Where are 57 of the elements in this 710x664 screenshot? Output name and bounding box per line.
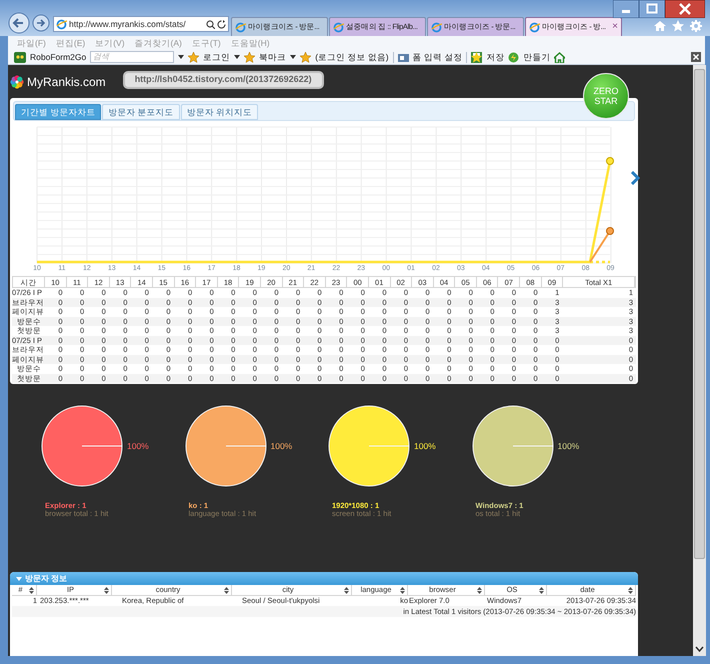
ie-logo-icon [431, 22, 442, 32]
favorites-star-icon[interactable] [672, 20, 684, 32]
star-icon[interactable] [244, 52, 256, 62]
home-icon[interactable] [554, 52, 566, 62]
maximize-icon[interactable] [639, 0, 665, 18]
address-bar[interactable]: http://www.myrankis.com/stats/ [53, 16, 229, 32]
roboform-logo-icon [14, 52, 26, 62]
sort-icon[interactable] [344, 586, 349, 594]
toolbar-button[interactable]: 로그인 [203, 50, 230, 64]
flower-logo-icon [10, 74, 24, 88]
site-logo: MyRankis.com [27, 74, 106, 90]
tab-close-button[interactable]: × [612, 22, 618, 32]
lightning-icon[interactable] [508, 52, 520, 62]
collapse-caret-icon[interactable] [16, 576, 22, 580]
pie-percent-label: 100% [558, 440, 580, 452]
dropdown-caret-icon[interactable] [290, 55, 296, 59]
minimize-icon[interactable] [613, 0, 639, 18]
chevron-right-icon[interactable] [631, 171, 640, 185]
roboform-button[interactable]: RoboForm2Go [30, 50, 86, 64]
dropdown-caret-icon[interactable] [178, 55, 184, 59]
sort-icon[interactable] [477, 586, 482, 594]
chart-tab[interactable]: 방문자 위치지도 [180, 104, 258, 120]
sort-icon[interactable] [104, 586, 109, 594]
refresh-icon[interactable] [217, 20, 226, 28]
toolbar-button[interactable]: (로그인 정보 없음) [315, 50, 389, 64]
sort-icon[interactable] [224, 586, 229, 594]
ie-logo-icon [235, 22, 246, 32]
search-icon[interactable] [206, 20, 215, 28]
url-bubble: http://lsh0452.tistory.com/(201372692622) [122, 70, 324, 88]
toolbar-button[interactable]: 만들기 [523, 50, 550, 64]
scroll-down-icon[interactable] [695, 646, 704, 652]
dropdown-caret-icon[interactable] [234, 55, 240, 59]
ie-logo-icon [529, 22, 540, 32]
chart-tab[interactable]: 방문자 분포지도 [102, 104, 180, 120]
back-icon[interactable] [8, 12, 30, 34]
panel-title: 방문자 정보 [25, 572, 68, 584]
pie-percent-label: 100% [414, 440, 436, 452]
toolbar-button[interactable]: 북마크 [259, 50, 286, 64]
close-icon[interactable] [665, 0, 705, 18]
pie-percent-label: 100% [270, 440, 292, 452]
forward-icon[interactable] [32, 14, 50, 32]
form-icon[interactable] [398, 52, 409, 62]
save-icon[interactable] [471, 52, 482, 62]
sort-icon[interactable] [539, 586, 544, 594]
toolbar-button[interactable]: 폼 입력 설정 [412, 50, 462, 64]
pie-percent-label: 100% [127, 440, 149, 452]
sort-icon[interactable] [29, 586, 34, 594]
star-icon[interactable] [300, 52, 312, 62]
search-field[interactable]: 검색 [90, 51, 174, 63]
ie-logo-icon [56, 18, 67, 30]
ie-logo-icon [333, 22, 344, 32]
star-icon[interactable] [188, 52, 200, 62]
sort-icon[interactable] [400, 586, 405, 594]
scrollbar-thumb[interactable] [694, 69, 705, 559]
sort-icon[interactable] [628, 586, 633, 594]
address-text: http://www.myrankis.com/stats/ [69, 18, 187, 30]
toolbar-button[interactable]: 저장 [486, 50, 504, 64]
